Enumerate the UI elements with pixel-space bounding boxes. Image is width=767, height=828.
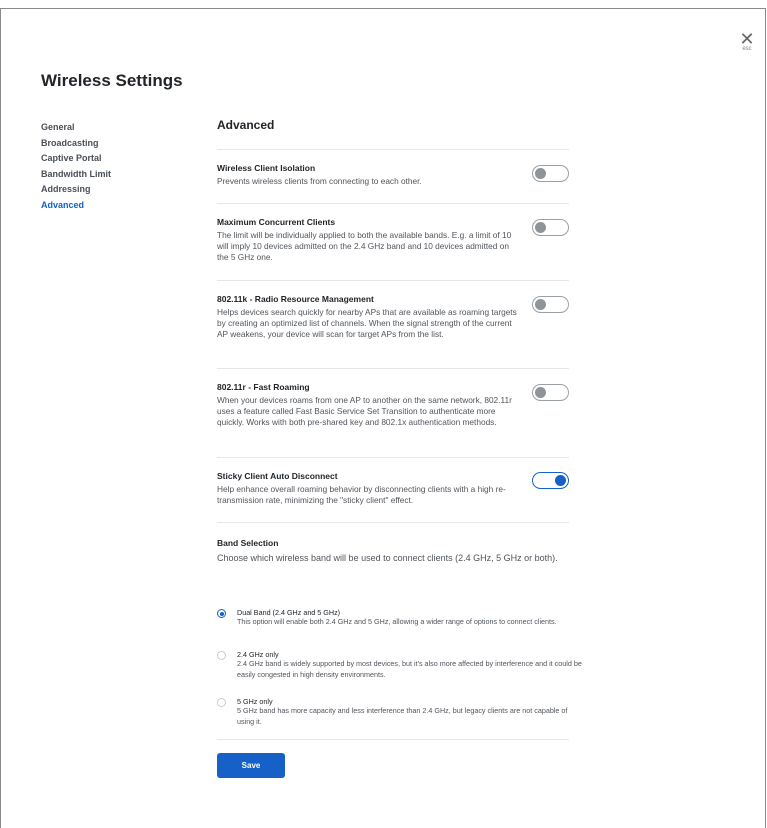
toggle-knob [555, 474, 566, 486]
setting-description: When your devices roams from one AP to a… [217, 395, 512, 427]
band-option-24ghz[interactable]: 2.4 GHz only 2.4 GHz band is widely supp… [217, 650, 582, 680]
fast-roaming-toggle[interactable] [532, 384, 569, 401]
setting-max-concurrent-clients: Maximum Concurrent Clients The limit wil… [217, 203, 569, 280]
toggle-knob [535, 168, 546, 179]
sidebar-nav: General Broadcasting Captive Portal Band… [41, 120, 111, 213]
setting-description: Helps devices search quickly for nearby … [217, 307, 517, 339]
setting-title: Wireless Client Isolation [217, 163, 316, 173]
band-option-5ghz[interactable]: 5 GHz only 5 GHz band has more capacity … [217, 697, 582, 727]
option-description: This option will enable both 2.4 GHz and… [237, 617, 557, 626]
close-button[interactable]: ✕ esc [736, 29, 758, 52]
option-label: Dual Band (2.4 GHz and 5 GHz) [237, 608, 341, 617]
setting-title: 802.11k - Radio Resource Management [217, 294, 374, 304]
setting-client-isolation: Wireless Client Isolation Prevents wirel… [217, 149, 569, 203]
client-isolation-toggle[interactable] [532, 165, 569, 182]
sticky-client-toggle[interactable] [532, 472, 569, 489]
setting-title: Sticky Client Auto Disconnect [217, 471, 338, 481]
toggle-knob [535, 387, 546, 398]
setting-description: Help enhance overall roaming behavior by… [217, 484, 506, 505]
radio-button[interactable] [217, 698, 226, 707]
radio-button[interactable] [217, 609, 226, 618]
option-description: 5 GHz band has more capacity and less in… [237, 706, 568, 726]
option-label: 2.4 GHz only [237, 650, 279, 659]
sidebar-item-captive-portal[interactable]: Captive Portal [41, 151, 111, 167]
sidebar-item-general[interactable]: General [41, 120, 111, 136]
toggle-knob [535, 299, 546, 310]
band-selection-description: Choose which wireless band will be used … [217, 553, 558, 563]
sidebar-item-bandwidth-limit[interactable]: Bandwidth Limit [41, 167, 111, 183]
setting-sticky-client: Sticky Client Auto Disconnect Help enhan… [217, 457, 569, 522]
sidebar-item-addressing[interactable]: Addressing [41, 182, 111, 198]
sidebar-item-advanced[interactable]: Advanced [41, 198, 111, 214]
setting-description: Prevents wireless clients from connectin… [217, 176, 422, 186]
sidebar-item-broadcasting[interactable]: Broadcasting [41, 136, 111, 152]
band-selection: Band Selection Choose which wireless ban… [217, 522, 582, 739]
close-icon: ✕ [739, 29, 755, 49]
radio-resource-management-toggle[interactable] [532, 296, 569, 313]
divider [217, 739, 569, 740]
toggle-knob [535, 222, 546, 233]
setting-title: Maximum Concurrent Clients [217, 217, 336, 227]
band-selection-title: Band Selection [217, 538, 279, 548]
option-label: 5 GHz only [237, 697, 273, 706]
save-button[interactable]: Save [217, 753, 285, 778]
section-title: Advanced [217, 118, 275, 132]
setting-title: 802.11r - Fast Roaming [217, 382, 310, 392]
max-concurrent-clients-toggle[interactable] [532, 219, 569, 236]
radio-button[interactable] [217, 651, 226, 660]
setting-80211k: 802.11k - Radio Resource Management Help… [217, 280, 569, 368]
setting-description: The limit will be individually applied t… [217, 230, 512, 262]
advanced-settings-panel: Advanced Wireless Client Isolation Preve… [217, 118, 582, 740]
page-title: Wireless Settings [41, 71, 183, 90]
band-option-dual[interactable]: Dual Band (2.4 GHz and 5 GHz) This optio… [217, 608, 582, 628]
option-description: 2.4 GHz band is widely supported by most… [237, 659, 582, 679]
setting-80211r: 802.11r - Fast Roaming When your devices… [217, 368, 569, 457]
